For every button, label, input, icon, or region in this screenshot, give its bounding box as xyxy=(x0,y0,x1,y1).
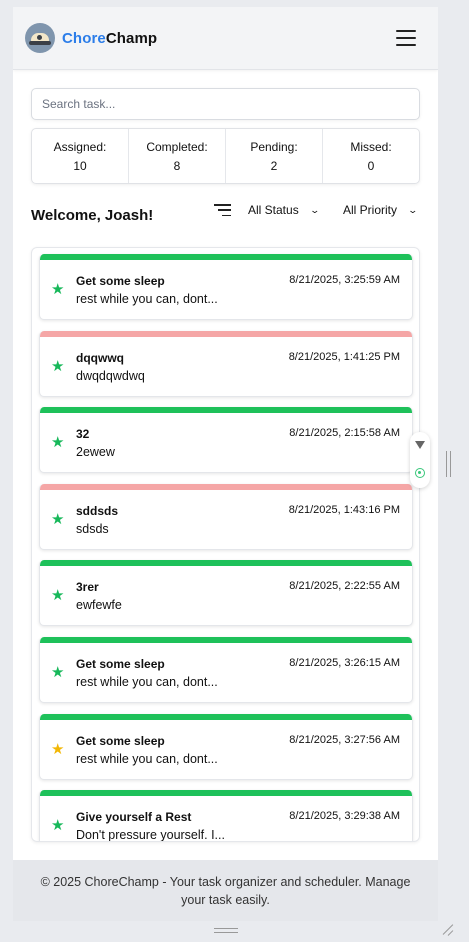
task-card[interactable]: ★ Get some sleep rest while you can, don… xyxy=(39,254,413,320)
task-description: sdsds xyxy=(76,522,109,536)
resize-handle-icon[interactable] xyxy=(443,924,455,936)
task-timestamp: 8/21/2025, 2:22:55 AM xyxy=(289,580,400,592)
priority-filter-select[interactable]: All Priority ⌄ xyxy=(343,203,419,217)
star-icon[interactable]: ★ xyxy=(51,435,64,450)
hat-avatar-icon[interactable] xyxy=(25,23,55,53)
task-title: Get some sleep xyxy=(76,734,165,748)
stat-label: Pending: xyxy=(250,140,298,154)
brand-name-second: Champ xyxy=(105,29,158,47)
task-title: Get some sleep xyxy=(76,657,165,671)
task-timestamp: 8/21/2025, 3:26:15 AM xyxy=(289,657,400,669)
stat-missed: Missed: 0 xyxy=(323,129,419,183)
star-icon[interactable]: ★ xyxy=(51,818,64,833)
task-title: Give yourself a Rest xyxy=(76,810,192,824)
footer-text: © 2025 ChoreChamp - Your task organizer … xyxy=(40,875,411,907)
task-title: 3rer xyxy=(76,580,99,594)
stat-value: 10 xyxy=(73,159,87,173)
status-bar xyxy=(40,714,412,720)
search-input[interactable] xyxy=(31,88,420,120)
task-timestamp: 8/21/2025, 1:43:16 PM xyxy=(288,504,400,516)
bottom-drag-handle[interactable] xyxy=(214,928,238,933)
task-timestamp: 8/21/2025, 1:41:25 PM xyxy=(288,351,400,363)
floating-scroll-widget[interactable] xyxy=(410,432,430,488)
side-drag-handle[interactable] xyxy=(446,451,451,477)
task-card[interactable]: ★ dqqwwq dwqdqwdwq 8/21/2025, 1:41:25 PM xyxy=(39,331,413,397)
app-header: ChoreChamp xyxy=(13,7,438,70)
star-icon[interactable]: ★ xyxy=(51,742,64,757)
star-icon[interactable]: ★ xyxy=(51,359,64,374)
welcome-heading: Welcome, Joash! xyxy=(31,207,154,224)
task-timestamp: 8/21/2025, 3:29:38 AM xyxy=(289,810,400,822)
status-bar xyxy=(40,254,412,260)
task-description: rest while you can, dont... xyxy=(76,292,218,306)
stat-value: 2 xyxy=(270,159,278,173)
stat-value: 0 xyxy=(367,159,375,173)
task-description: rest while you can, dont... xyxy=(76,752,218,766)
task-card[interactable]: ★ 3rer ewfewfe 8/21/2025, 2:22:55 AM xyxy=(39,560,413,626)
star-icon[interactable]: ★ xyxy=(51,282,64,297)
chevron-down-icon: ⌄ xyxy=(407,204,419,215)
task-card[interactable]: ★ 32 2ewew 8/21/2025, 2:15:58 AM xyxy=(39,407,413,473)
status-bar xyxy=(40,790,412,796)
task-timestamp: 8/21/2025, 2:15:58 AM xyxy=(289,427,400,439)
star-icon[interactable]: ★ xyxy=(51,588,64,603)
stats-summary: Assigned: 10 Completed: 8 Pending: 2 Mis… xyxy=(31,128,420,184)
brand-name-first: Chore xyxy=(62,29,106,47)
status-bar xyxy=(40,560,412,566)
footer: © 2025 ChoreChamp - Your task organizer … xyxy=(13,860,438,921)
task-card[interactable]: ★ Get some sleep rest while you can, don… xyxy=(39,714,413,780)
status-filter-value: All Status xyxy=(248,203,299,217)
status-bar xyxy=(40,637,412,643)
stat-label: Completed: xyxy=(146,140,208,154)
stat-assigned: Assigned: 10 xyxy=(32,129,129,183)
triangle-down-icon[interactable] xyxy=(415,441,425,449)
task-title: sddsds xyxy=(76,504,119,518)
star-icon[interactable]: ★ xyxy=(51,665,64,680)
stat-completed: Completed: 8 xyxy=(129,129,226,183)
priority-filter-value: All Priority xyxy=(343,203,398,217)
task-card[interactable]: ★ sddsds sdsds 8/21/2025, 1:43:16 PM xyxy=(39,484,413,550)
stat-value: 8 xyxy=(173,159,181,173)
stat-pending: Pending: 2 xyxy=(226,129,323,183)
app-window: ChoreChamp Assigned: 10 Completed: 8 Pen… xyxy=(13,7,438,921)
task-description: rest while you can, dont... xyxy=(76,675,218,689)
task-description: ewfewfe xyxy=(76,598,122,612)
status-bar xyxy=(40,407,412,413)
task-timestamp: 8/21/2025, 3:25:59 AM xyxy=(289,274,400,286)
star-icon[interactable]: ★ xyxy=(51,512,64,527)
task-description: Don't pressure yourself. I... xyxy=(76,828,225,842)
task-card[interactable]: ★ Give yourself a Rest Don't pressure yo… xyxy=(39,790,413,842)
chevron-down-icon: ⌄ xyxy=(309,204,320,215)
task-title: 32 xyxy=(76,427,90,441)
filter-lines-icon[interactable] xyxy=(214,204,231,216)
task-description: 2ewew xyxy=(76,445,115,459)
task-title: dqqwwq xyxy=(76,351,124,365)
target-icon[interactable] xyxy=(415,468,425,478)
brand-name[interactable]: ChoreChamp xyxy=(62,30,157,47)
stat-label: Assigned: xyxy=(53,140,107,154)
task-timestamp: 8/21/2025, 3:27:56 AM xyxy=(289,734,400,746)
hamburger-menu-icon[interactable] xyxy=(396,30,416,46)
status-filter-select[interactable]: All Status ⌄ xyxy=(248,203,320,217)
task-card[interactable]: ★ Get some sleep rest while you can, don… xyxy=(39,637,413,703)
task-list[interactable]: ★ Get some sleep rest while you can, don… xyxy=(31,247,420,842)
task-title: Get some sleep xyxy=(76,274,165,288)
status-bar xyxy=(40,331,412,337)
task-description: dwqdqwdwq xyxy=(76,369,145,383)
stat-label: Missed: xyxy=(350,140,392,154)
status-bar xyxy=(40,484,412,490)
